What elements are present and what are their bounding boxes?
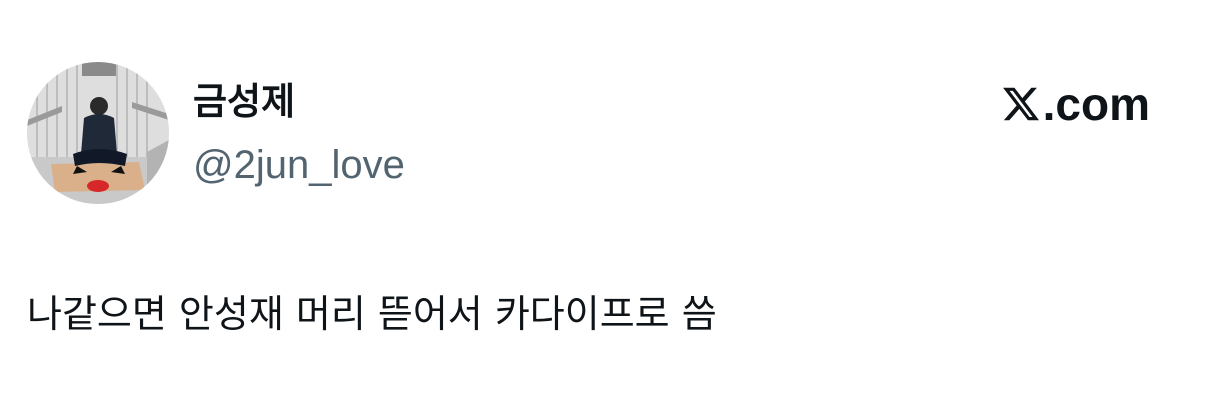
user-handle[interactable]: @2jun_love — [193, 140, 405, 190]
tweet-text: 나같으면 안성재 머리 뜯어서 카다이프로 씀 — [27, 292, 717, 336]
avatar[interactable] — [27, 62, 169, 204]
profile-photo — [27, 62, 169, 204]
brand-domain: .com — [1042, 78, 1150, 130]
display-name[interactable]: 금성제 — [193, 76, 295, 128]
x-logo-icon — [1002, 87, 1039, 121]
brand-logo: .com — [1001, 78, 1150, 130]
